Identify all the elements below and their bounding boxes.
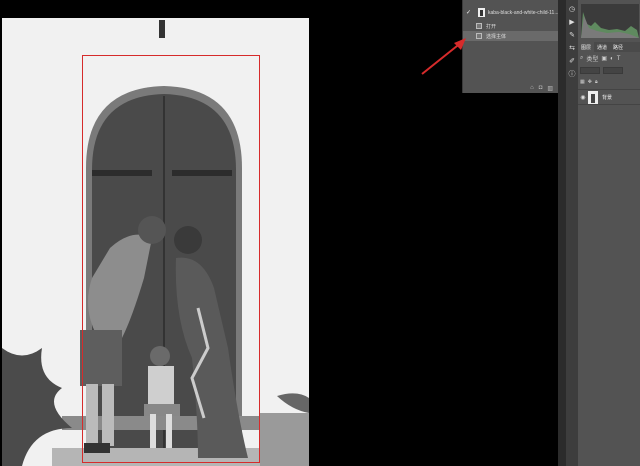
selection-bounding-box xyxy=(82,55,260,463)
layer-kind-label: 类型 xyxy=(586,57,599,63)
history-panel-icon[interactable]: ◷ xyxy=(568,6,576,14)
history-state-label: 选择主体 xyxy=(486,33,507,40)
filter-adjust-icon[interactable]: ◐ xyxy=(610,56,614,62)
filter-type-icon[interactable]: T xyxy=(617,56,621,62)
play-icon[interactable]: ▶ xyxy=(568,19,576,27)
blend-mode-select[interactable] xyxy=(580,67,600,74)
history-state-label: 打开 xyxy=(486,23,497,30)
history-panel: ✓ kaba-black-and-white-child-11... 打开 选择… xyxy=(462,0,559,93)
opacity-field[interactable] xyxy=(603,67,623,74)
filter-image-icon[interactable]: ▣ xyxy=(601,55,607,62)
layer-name: 背景 xyxy=(602,94,613,101)
layers-panel-tabs: 图层 通道 路径 xyxy=(578,42,640,52)
tab-layers[interactable]: 图层 xyxy=(578,42,595,52)
info-icon[interactable]: ⓘ xyxy=(568,71,576,79)
layer-thumbnail xyxy=(588,90,598,104)
layer-row-background[interactable]: ◉ 背景 xyxy=(578,89,640,105)
adjust-icon[interactable]: ⇆ xyxy=(568,45,576,53)
annotation-arrow xyxy=(421,38,466,75)
history-footer: ⌂ ◘ ▥ xyxy=(463,83,559,93)
layer-filter-row: ⌕ 类型 ▣ ◐ T xyxy=(580,54,638,63)
lock-position-icon[interactable]: ✥ xyxy=(588,79,592,85)
snapshot-checkbox-icon[interactable]: ✓ xyxy=(466,9,474,17)
eye-icon[interactable]: ◉ xyxy=(578,94,588,101)
tab-paths[interactable]: 路径 xyxy=(610,42,626,52)
panel-gutter xyxy=(558,0,566,466)
lock-all-icon[interactable]: 🔒︎ xyxy=(595,79,598,85)
snapshot-label: kaba-black-and-white-child-11... xyxy=(488,9,559,16)
history-state-icon xyxy=(476,23,482,29)
camera-icon[interactable]: ◘ xyxy=(539,85,543,91)
tab-channels[interactable]: 通道 xyxy=(594,42,610,52)
right-panels: 图层 通道 路径 ⌕ 类型 ▣ ◐ T ▦ ✥ 🔒︎ ◉ 背景 xyxy=(578,0,640,466)
history-state-select-subject[interactable]: 选择主体 xyxy=(463,31,559,41)
history-snapshot[interactable]: ✓ kaba-black-and-white-child-11... xyxy=(463,7,559,18)
panel-toolstrip: ◷ ▶ ✎ ⇆ ✐ ⓘ xyxy=(566,0,578,466)
pen-icon[interactable]: ✐ xyxy=(568,58,576,66)
history-state-open[interactable]: 打开 xyxy=(463,21,559,31)
search-icon[interactable]: ⌕ xyxy=(580,55,583,62)
trash-icon[interactable]: ▥ xyxy=(547,85,553,92)
snapshot-thumbnail xyxy=(478,8,485,17)
lock-row: ▦ ✥ 🔒︎ xyxy=(580,78,638,86)
lock-pixels-icon[interactable]: ▦ xyxy=(580,79,585,85)
new-snapshot-icon[interactable]: ⌂ xyxy=(530,85,534,91)
histogram-panel xyxy=(581,4,639,38)
blend-mode-row xyxy=(580,66,638,75)
brush-icon[interactable]: ✎ xyxy=(568,32,576,40)
history-state-icon xyxy=(476,33,482,39)
